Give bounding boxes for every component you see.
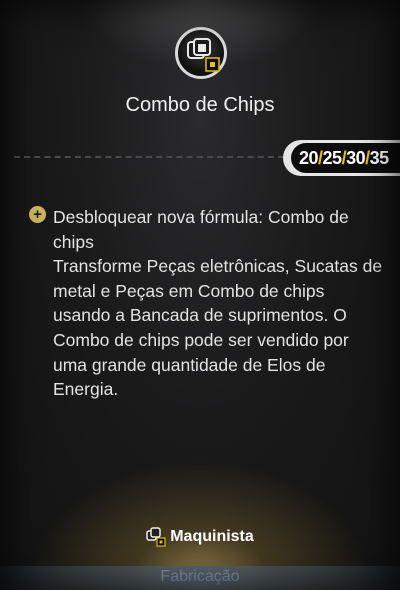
chip-stack-icon bbox=[146, 527, 166, 547]
category-label: Fabricação bbox=[160, 568, 240, 585]
level-value: 35 bbox=[369, 147, 390, 168]
level-value: 25 bbox=[322, 147, 343, 168]
item-title: Combo de Chips bbox=[125, 94, 275, 116]
level-value: 20 bbox=[299, 147, 319, 168]
item-tooltip-panel: Combo de Chips 20/25/30/35 + Desbloquear… bbox=[0, 0, 400, 590]
level-badge: 20/25/30/35 bbox=[283, 140, 400, 176]
level-value: 30 bbox=[346, 147, 366, 168]
role-label: Maquinista bbox=[0, 526, 400, 548]
item-description: Desbloquear nova fórmula: Combo de chips… bbox=[53, 207, 383, 400]
role-name: Maquinista bbox=[170, 528, 254, 545]
chip-stack-icon bbox=[175, 27, 227, 79]
plus-circle-icon: + bbox=[29, 206, 46, 223]
dashed-divider bbox=[14, 156, 284, 158]
